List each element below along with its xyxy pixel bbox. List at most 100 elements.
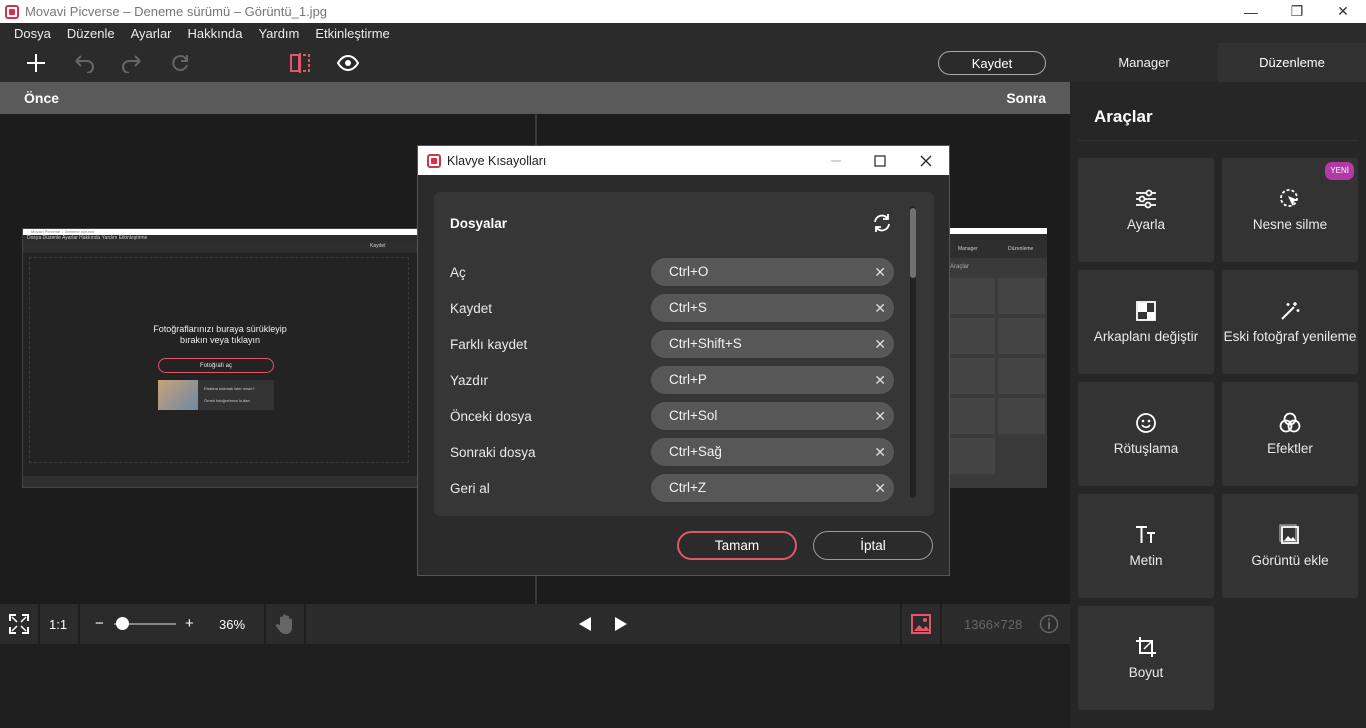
compare-split-icon[interactable] — [287, 50, 313, 76]
zoom-in-button[interactable]: + — [185, 615, 194, 632]
shortcut-keys: Ctrl+Sol — [669, 408, 718, 423]
tool-effects[interactable]: Efektler — [1222, 382, 1358, 486]
shortcut-action: Aç — [450, 265, 466, 280]
tab-manager[interactable]: Manager — [1070, 43, 1218, 82]
tool-adjust[interactable]: Ayarla — [1078, 158, 1214, 262]
app-logo-icon — [5, 4, 19, 19]
undo-icon[interactable] — [71, 50, 97, 76]
redo-icon[interactable] — [119, 50, 145, 76]
mini-save: Kaydet — [370, 243, 386, 249]
reset-shortcuts-icon[interactable] — [871, 212, 895, 236]
tool-adjust-label: Ayarla — [1126, 217, 1166, 232]
maximize-button[interactable]: ❐ — [1274, 0, 1320, 23]
shortcut-keys: Ctrl+Sağ — [669, 444, 722, 459]
clear-shortcut-icon[interactable]: ✕ — [874, 336, 886, 353]
shortcut-row: Aç Ctrl+O ✕ — [434, 258, 904, 288]
sliders-icon — [1135, 187, 1157, 211]
shortcut-key-field[interactable]: Ctrl+S ✕ — [651, 294, 894, 322]
dialog-close-button[interactable] — [904, 146, 948, 175]
zoom-out-button[interactable]: − — [95, 615, 104, 632]
mini-drop-area: Fotoğraflarınızı buraya sürükleyip bırak… — [29, 257, 409, 463]
dialog-minimize-button[interactable] — [814, 146, 858, 175]
after-label: Sonra — [1006, 90, 1046, 106]
mini-open-photo: Fotoğrafı aç — [158, 358, 274, 373]
clear-shortcut-icon[interactable]: ✕ — [874, 444, 886, 461]
shortcut-action: Önceki dosya — [450, 409, 532, 424]
shortcut-key-field[interactable]: Ctrl+Shift+S ✕ — [651, 330, 894, 358]
mini-tools-title: Araçlar — [950, 264, 970, 270]
mini-sample-thumb — [158, 380, 198, 410]
dialog-titlebar: Klavye Kısayolları — [418, 146, 949, 175]
new-badge: YENİ — [1325, 162, 1354, 180]
fit-screen-icon[interactable] — [9, 614, 29, 637]
tool-add-image[interactable]: Görüntü ekle — [1222, 494, 1358, 598]
hand-pan-icon[interactable] — [275, 613, 295, 638]
reset-icon[interactable] — [167, 50, 193, 76]
close-button[interactable]: ✕ — [1320, 0, 1366, 23]
clear-shortcut-icon[interactable]: ✕ — [874, 480, 886, 497]
dialog-maximize-button[interactable] — [858, 146, 902, 175]
dialog-title: Klavye Kısayolları — [447, 153, 547, 168]
shortcut-key-field[interactable]: Ctrl+Sağ ✕ — [651, 438, 894, 466]
shortcut-key-field[interactable]: Ctrl+O ✕ — [651, 258, 894, 286]
mini-edit: Düzenleme — [1008, 246, 1034, 252]
magic-wand-icon — [1280, 299, 1300, 323]
shortcut-key-field[interactable]: Ctrl+P ✕ — [651, 366, 894, 394]
clear-shortcut-icon[interactable]: ✕ — [874, 264, 886, 281]
tool-text-label: Metin — [1129, 553, 1163, 568]
next-image-icon[interactable] — [613, 616, 629, 635]
shortcut-action: Kaydet — [450, 301, 493, 316]
add-icon[interactable] — [23, 50, 49, 76]
mini-manager: Manager — [958, 246, 978, 252]
mini-window-title: Movavi Picverse – Deneme sürümü — [31, 229, 95, 234]
image-view-icon[interactable] — [910, 613, 932, 638]
save-button[interactable]: Kaydet — [938, 51, 1046, 75]
shortcut-key-field[interactable]: Ctrl+Z ✕ — [651, 474, 894, 502]
shortcut-action: Geri al — [450, 481, 490, 496]
previous-image-icon[interactable] — [577, 616, 593, 635]
zoom-percent[interactable]: 36% — [219, 617, 245, 632]
menu-about[interactable]: Hakkında — [180, 26, 251, 41]
shortcuts-section-title: Dosyalar — [450, 216, 508, 231]
preview-eye-icon[interactable] — [335, 50, 361, 76]
shortcut-row: Sonraki dosya Ctrl+Sağ ✕ — [434, 438, 904, 468]
mini-bottom-bar — [23, 476, 417, 487]
menu-activation[interactable]: Etkinleştirme — [307, 26, 397, 41]
shortcut-key-field[interactable]: Ctrl+Sol ✕ — [651, 402, 894, 430]
tool-crop[interactable]: Boyut — [1078, 606, 1214, 710]
tool-restore[interactable]: Eski fotoğraf yenileme — [1222, 270, 1358, 374]
cancel-button[interactable]: İptal — [813, 531, 933, 560]
zoom-slider-handle[interactable] — [116, 617, 129, 630]
image-dimensions: 1366×728 — [964, 617, 1023, 632]
ok-button[interactable]: Tamam — [677, 531, 797, 560]
bottom-bar: 1:1 − + 36% 1366×728 — [0, 604, 1070, 644]
menu-file[interactable]: Dosya — [6, 26, 59, 41]
tool-object-erase-label: Nesne silme — [1252, 217, 1328, 232]
minimize-button[interactable]: — — [1228, 0, 1274, 23]
shortcuts-list-panel: Dosyalar Aç Ctrl+O ✕ Kaydet Ctrl+S ✕ Far… — [434, 192, 934, 516]
tools-panel-title: Araçlar — [1094, 107, 1153, 126]
menu-settings[interactable]: Ayarlar — [123, 26, 180, 41]
menu-edit[interactable]: Düzenle — [59, 26, 123, 41]
clear-shortcut-icon[interactable]: ✕ — [874, 372, 886, 389]
shortcut-keys: Ctrl+Z — [669, 480, 707, 495]
mini-drop-text-1: Fotoğraflarınızı buraya sürükleyip — [153, 324, 287, 334]
shortcut-action: Yazdır — [450, 373, 489, 388]
mini-sample-2: Örnek fotoğrafımızı kullan — [204, 398, 250, 403]
mini-drop-text-2: bırakın veya tıklayın — [179, 335, 261, 345]
clear-shortcut-icon[interactable]: ✕ — [874, 408, 886, 425]
shortcuts-scrollbar-thumb[interactable] — [910, 208, 916, 278]
status-area — [0, 644, 1070, 728]
menu-help[interactable]: Yardım — [250, 26, 307, 41]
actual-size-button[interactable]: 1:1 — [49, 617, 67, 632]
tool-object-erase[interactable]: YENİ Nesne silme — [1222, 158, 1358, 262]
info-icon[interactable] — [1039, 614, 1059, 637]
tool-background[interactable]: Arkaplanı değiştir — [1078, 270, 1214, 374]
shortcut-keys: Ctrl+O — [669, 264, 709, 279]
clear-shortcut-icon[interactable]: ✕ — [874, 300, 886, 317]
tab-edit[interactable]: Düzenleme — [1218, 43, 1366, 82]
tool-text[interactable]: Metin — [1078, 494, 1214, 598]
compare-header: Önce Sonra — [0, 82, 1070, 114]
shortcut-row: Geri al Ctrl+Z ✕ — [434, 474, 904, 504]
tool-retouch[interactable]: Rötuşlama — [1078, 382, 1214, 486]
